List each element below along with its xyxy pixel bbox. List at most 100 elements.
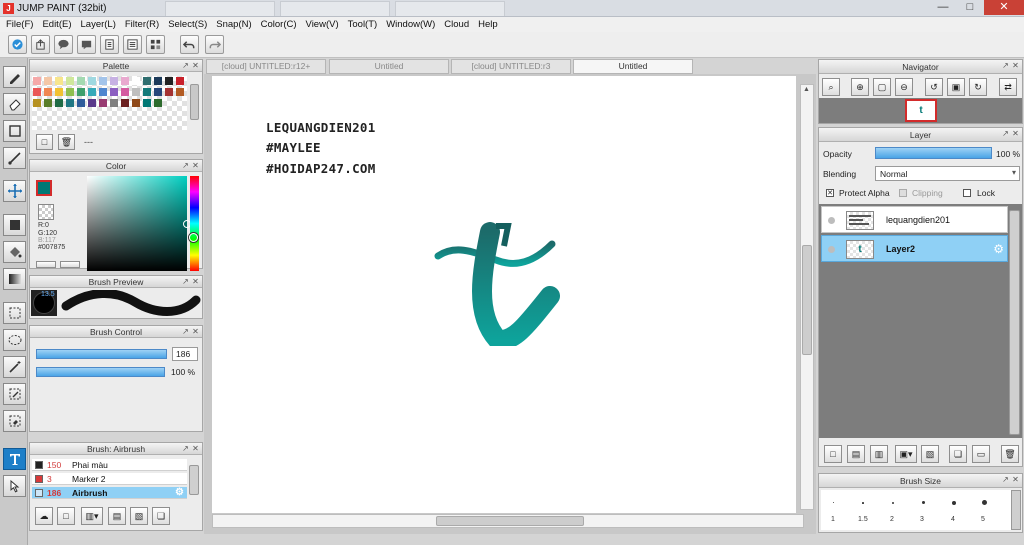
blending-mode-select[interactable]: Normal ▾ (875, 166, 1020, 181)
brush-cloud-icon[interactable]: ☁ (35, 507, 53, 525)
menu-filter[interactable]: Filter(R) (122, 17, 165, 32)
menu-file[interactable]: File(F) (3, 17, 39, 32)
protect-alpha-checkbox[interactable]: ✕ (826, 189, 834, 197)
palette-swatch[interactable] (33, 99, 41, 107)
palette-swatch[interactable] (88, 99, 96, 107)
layer-text-icon[interactable]: ▤ (847, 445, 865, 463)
horizontal-scroll-thumb[interactable] (436, 516, 584, 526)
tab-untitled-active[interactable]: Untitled (573, 59, 693, 74)
palette-swatch[interactable] (44, 77, 52, 85)
palette-swatch[interactable] (55, 77, 63, 85)
panel-close-icon[interactable]: ✕ (1011, 61, 1020, 70)
rotate-left-icon[interactable]: ↺ (925, 78, 943, 96)
palette-swatch[interactable] (165, 77, 173, 85)
panel-close-icon[interactable]: ✕ (191, 327, 200, 336)
color-mode-button[interactable] (36, 261, 56, 268)
menu-select[interactable]: Select(S) (165, 17, 213, 32)
duplicate-layer-icon[interactable]: ❏ (949, 445, 967, 463)
palette-swatch[interactable] (110, 99, 118, 107)
panel-popout-icon[interactable]: ↗ (181, 277, 190, 286)
add-brush-dropdown-icon[interactable]: ▥▾ (81, 507, 103, 525)
palette-swatch[interactable] (176, 88, 184, 96)
palette-swatch[interactable] (66, 88, 74, 96)
brush-size-dot[interactable] (982, 500, 987, 505)
flip-horizontal-icon[interactable]: ⇄ (999, 78, 1017, 96)
brush-size-dot[interactable] (862, 502, 864, 504)
panel-popout-icon[interactable]: ↗ (181, 161, 190, 170)
message-icon[interactable] (77, 35, 96, 54)
lasso-select-tool-icon[interactable] (3, 329, 26, 351)
rectangle-tool-icon[interactable] (3, 120, 26, 142)
brush-size-dot[interactable] (892, 502, 894, 504)
foreground-color-swatch[interactable] (36, 180, 52, 196)
canvas-text-line-2[interactable]: #MAYLEE (266, 140, 321, 155)
menu-edit[interactable]: Edit(E) (39, 17, 77, 32)
palette-swatch[interactable] (121, 99, 129, 107)
palette-swatch[interactable] (66, 99, 74, 107)
brush-properties-icon[interactable]: ▤ (108, 507, 126, 525)
lock-checkbox[interactable] (963, 189, 971, 197)
share-icon[interactable] (31, 35, 50, 54)
layer-opacity-slider[interactable] (875, 147, 992, 159)
palette-swatch[interactable] (132, 88, 140, 96)
select-pen-tool-icon[interactable] (3, 383, 26, 405)
brush-folder-icon[interactable]: ▧ (130, 507, 148, 525)
navigator-viewport-frame[interactable]: t (905, 99, 937, 122)
rotate-right-icon[interactable]: ↻ (969, 78, 987, 96)
canvas-area[interactable]: LEQUANGDIEN201 #MAYLEE #HOIDAP247.COM ▲ (204, 74, 816, 534)
brush-opacity-slider[interactable] (36, 367, 165, 377)
palette-swatch[interactable] (143, 77, 151, 85)
palette-swatch[interactable] (132, 99, 140, 107)
eraser-tool-icon[interactable] (3, 93, 26, 115)
palette-swatch[interactable] (88, 77, 96, 85)
palette-swatch[interactable] (110, 77, 118, 85)
brush-list-scrollbar[interactable] (189, 465, 199, 495)
layer-page-icon[interactable]: ▥ (870, 445, 888, 463)
layer-settings-gear-icon[interactable]: ⚙ (993, 242, 1004, 256)
delete-palette-icon[interactable]: 🗑 (58, 134, 75, 150)
layer-folder-icon[interactable]: ▧ (921, 445, 939, 463)
brush-settings-gear-icon[interactable]: ⚙ (175, 487, 184, 499)
panel-popout-icon[interactable]: ↗ (1001, 475, 1010, 484)
balloon-tool-icon[interactable] (3, 475, 26, 497)
page-list-icon[interactable] (123, 35, 142, 54)
layer-visibility-eye-icon[interactable] (828, 217, 835, 224)
menu-window[interactable]: Window(W) (383, 17, 441, 32)
palette-swatch[interactable] (33, 77, 41, 85)
canvas-text-line-1[interactable]: LEQUANGDIEN201 (266, 120, 376, 135)
maximize-button[interactable]: □ (957, 0, 983, 15)
transparent-color-swatch[interactable] (38, 204, 54, 220)
move-tool-icon[interactable] (3, 180, 26, 202)
bucket-tool-icon[interactable] (3, 241, 26, 263)
palette-swatch[interactable] (33, 88, 41, 96)
zoom-out-icon[interactable]: ⊖ (895, 78, 913, 96)
zoom-in-icon[interactable]: ⊕ (851, 78, 869, 96)
panel-close-icon[interactable]: ✕ (191, 444, 200, 453)
menu-cloud[interactable]: Cloud (441, 17, 475, 32)
palette-swatch[interactable] (55, 99, 63, 107)
panel-popout-icon[interactable]: ↗ (181, 444, 190, 453)
fill-rect-tool-icon[interactable] (3, 214, 26, 236)
tab-untitled-1[interactable]: Untitled (329, 59, 449, 74)
palette-swatch[interactable] (154, 88, 162, 96)
color-mode-button-2[interactable] (60, 261, 80, 268)
magic-wand-tool-icon[interactable] (3, 356, 26, 378)
panel-popout-icon[interactable]: ↗ (181, 61, 190, 70)
brush-size-field[interactable]: 186 (172, 347, 198, 361)
rect-select-tool-icon[interactable] (3, 302, 26, 324)
menu-tool[interactable]: Tool(T) (345, 17, 384, 32)
menu-color[interactable]: Color(C) (258, 17, 303, 32)
panel-close-icon[interactable]: ✕ (1011, 475, 1020, 484)
palette-swatch[interactable] (55, 88, 63, 96)
hue-cursor[interactable] (189, 233, 198, 242)
palette-swatch-grid[interactable] (32, 76, 187, 130)
new-layer-icon[interactable]: □ (824, 445, 842, 463)
palette-swatch[interactable] (176, 77, 184, 85)
palette-swatch[interactable] (99, 99, 107, 107)
menu-snap[interactable]: Snap(N) (213, 17, 257, 32)
navigator-preview-area[interactable]: t (819, 98, 1022, 123)
brush-size-slider[interactable] (36, 349, 167, 359)
brush-item-marker[interactable]: 3 Marker 2 (32, 473, 187, 485)
palette-swatch[interactable] (154, 99, 162, 107)
line-tool-icon[interactable] (3, 147, 26, 169)
